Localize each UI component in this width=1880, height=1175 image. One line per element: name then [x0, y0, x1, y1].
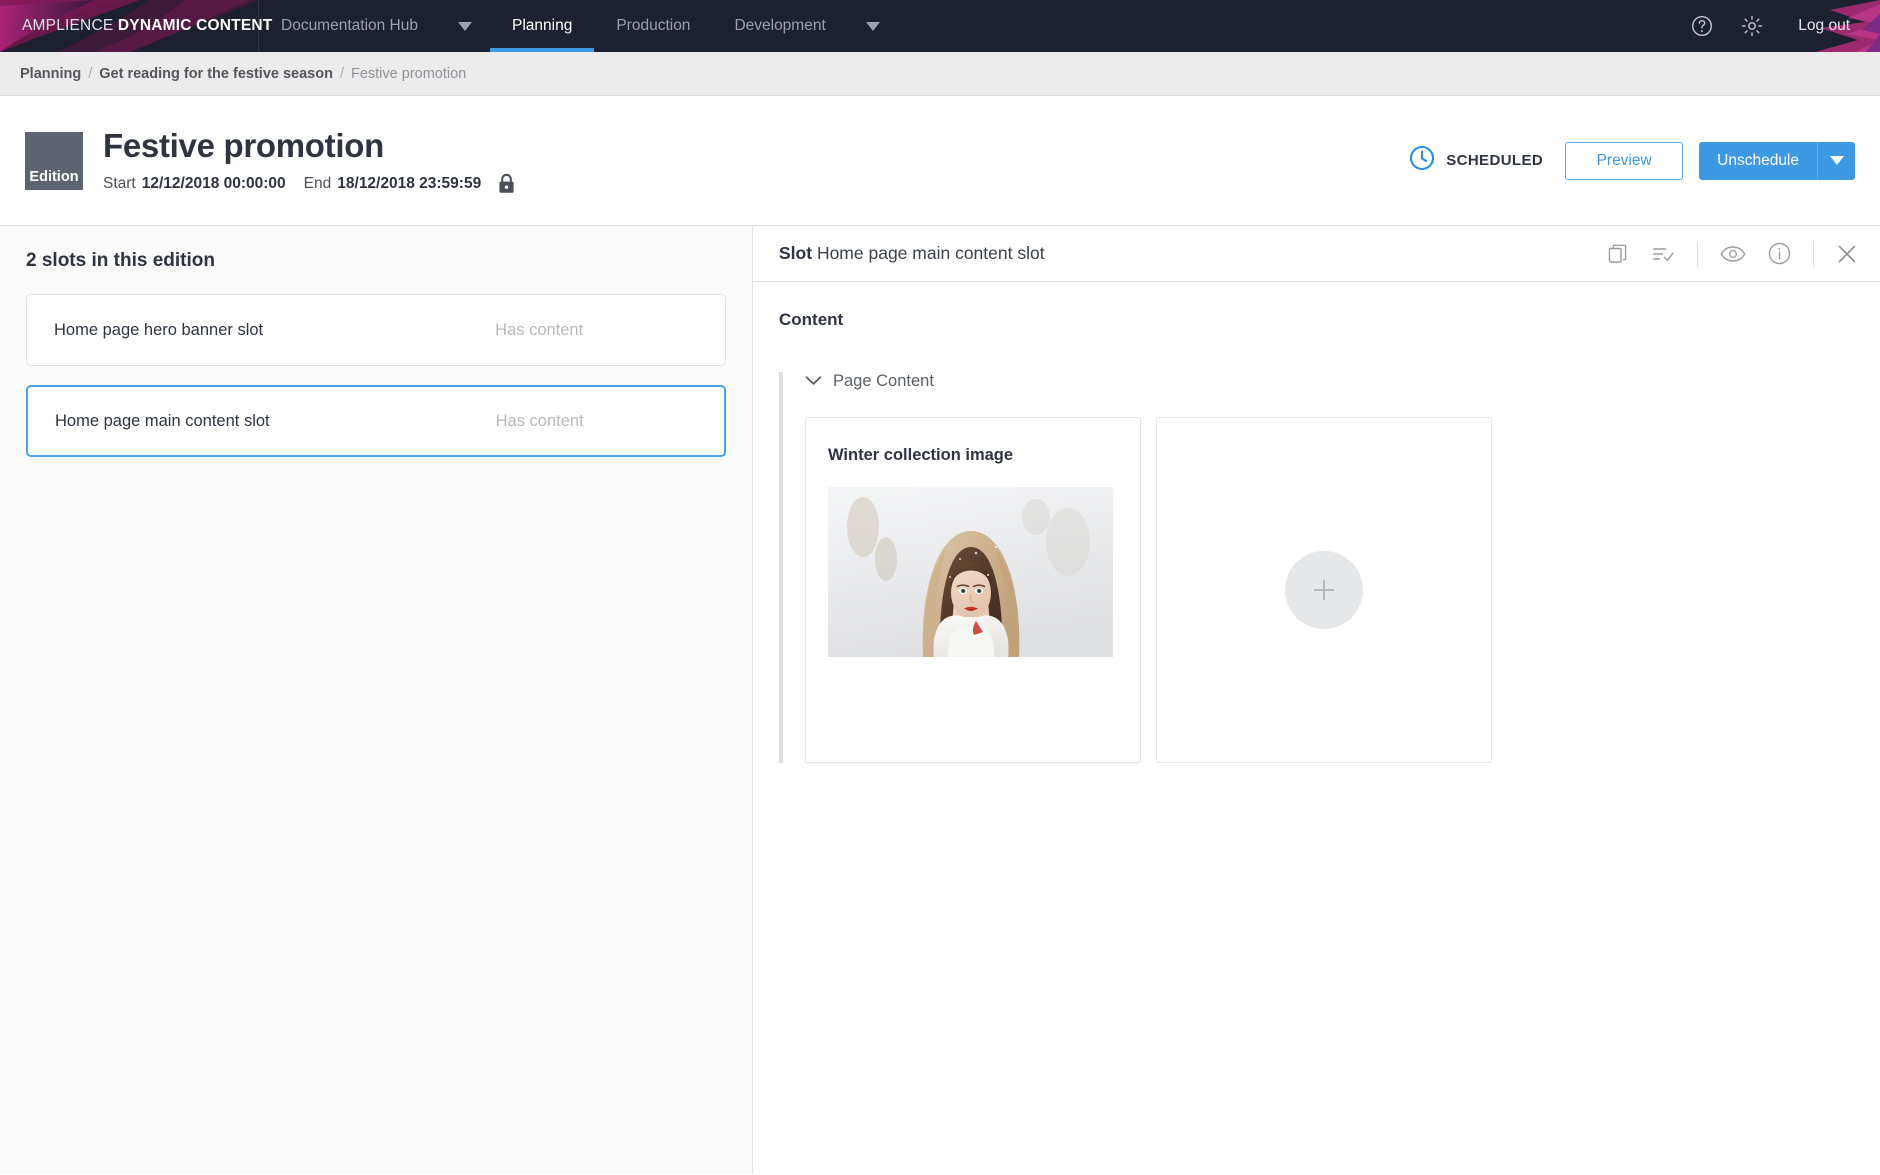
list-check-icon[interactable] [1651, 243, 1675, 265]
slot-detail-panel: Slot Home page main content slot Content… [753, 226, 1880, 1174]
edition-type-badge: Edition [25, 131, 83, 190]
add-content-card[interactable] [1156, 417, 1492, 763]
top-navigation-bar: AMPLIENCE DYNAMIC CONTENT Documentation … [0, 0, 1880, 52]
content-card-winter-collection[interactable]: Winter collection image [805, 417, 1141, 763]
end-value: 18/12/2018 23:59:59 [337, 174, 482, 192]
slot-card-status: Has content [495, 320, 584, 339]
content-group-body: Page Content Winter collection image [805, 372, 1850, 763]
brand-logo[interactable]: AMPLIENCE DYNAMIC CONTENT [0, 0, 272, 52]
brand-logo-dynamic-content: DYNAMIC CONTENT [117, 17, 273, 34]
copy-icon[interactable] [1607, 243, 1629, 265]
slot-detail-name: Home page main content slot [816, 243, 1045, 263]
content-group: Page Content Winter collection image [779, 372, 1850, 763]
toolbar-divider [1697, 240, 1698, 267]
page-title-block: Festive promotion Start 12/12/2018 00:00… [103, 127, 516, 195]
breadcrumb-item-event[interactable]: Get reading for the festive season [99, 66, 333, 82]
close-icon[interactable] [1836, 243, 1858, 265]
winter-portrait-snow-photo [828, 487, 1113, 657]
slot-card-name: Home page hero banner slot [54, 320, 264, 339]
slots-panel-heading: 2 slots in this edition [26, 250, 215, 271]
nav-right-actions: Log out [1690, 0, 1880, 52]
status-badge-label: SCHEDULED [1446, 152, 1544, 169]
nav-item-production[interactable]: Production [594, 0, 712, 52]
nav-item-development[interactable]: Development [712, 0, 847, 52]
unschedule-split-button: Unschedule [1699, 141, 1855, 180]
help-circle-icon[interactable] [1690, 14, 1714, 38]
gear-icon[interactable] [1740, 14, 1764, 38]
plus-icon[interactable] [1285, 551, 1363, 629]
development-chevron-down-icon[interactable] [848, 0, 898, 52]
breadcrumb-separator: / [88, 65, 93, 82]
slot-content-area: Content Page Content Winter collection i… [753, 282, 1880, 1174]
content-cards-row: Winter collection image [805, 417, 1850, 763]
logout-button[interactable]: Log out [1798, 17, 1850, 35]
nav-item-label: Planning [512, 17, 573, 34]
slot-detail-label: Slot [779, 243, 813, 263]
slot-card-name: Home page main content slot [55, 411, 270, 430]
nav-item-label: Development [734, 17, 826, 34]
slot-detail-toolbar [1607, 240, 1858, 267]
breadcrumb-item-current: Festive promotion [350, 65, 467, 82]
edition-schedule-dates: Start 12/12/2018 00:00:00 End 18/12/2018… [103, 173, 516, 194]
slot-detail-title: Slot Home page main content slot [779, 243, 1045, 264]
preview-button[interactable]: Preview [1565, 141, 1684, 180]
brand-logo-amplience: AMPLIENCE [22, 17, 114, 34]
main-nav-items: Documentation Hub Planning Production De… [259, 0, 898, 52]
nav-item-documentation-hub[interactable]: Documentation Hub [259, 0, 440, 52]
nav-item-planning[interactable]: Planning [490, 0, 595, 52]
unschedule-button[interactable]: Unschedule [1699, 141, 1817, 180]
page-title: Festive promotion [103, 126, 384, 164]
page-header: Edition Festive promotion Start 12/12/20… [0, 96, 1880, 226]
end-label: End [303, 174, 332, 192]
content-group-title: Page Content [833, 372, 934, 390]
start-label: Start [103, 174, 136, 192]
slot-card-hero-banner[interactable]: Home page hero banner slot Has content [26, 294, 726, 366]
start-value: 12/12/2018 00:00:00 [141, 174, 286, 192]
chevron-down-icon[interactable] [805, 373, 822, 391]
body-split: 2 slots in this edition Home page hero b… [0, 226, 1880, 1174]
content-card-thumbnail [828, 487, 1113, 657]
documentation-hub-chevron-down-icon[interactable] [440, 0, 490, 52]
slot-card-main-content[interactable]: Home page main content slot Has content [26, 385, 726, 457]
content-section-heading: Content [779, 310, 844, 329]
content-group-header[interactable]: Page Content [805, 372, 1850, 391]
breadcrumb: Planning / Get reading for the festive s… [0, 52, 1880, 96]
clock-icon [1409, 145, 1435, 176]
content-card-title: Winter collection image [828, 446, 1014, 464]
unschedule-chevron-down-icon[interactable] [1817, 141, 1855, 180]
breadcrumb-item-planning[interactable]: Planning [20, 66, 81, 82]
slot-card-status: Has content [495, 411, 584, 430]
status-badge: SCHEDULED [1409, 145, 1543, 176]
eye-icon[interactable] [1720, 244, 1746, 264]
lock-icon [497, 173, 516, 194]
breadcrumb-separator: / [339, 65, 344, 82]
slots-panel: 2 slots in this edition Home page hero b… [0, 226, 753, 1174]
header-actions: SCHEDULED Preview Unschedule [1409, 141, 1855, 180]
info-icon[interactable] [1768, 242, 1791, 265]
toolbar-divider [1813, 240, 1814, 267]
nav-item-label: Documentation Hub [281, 17, 418, 34]
nav-item-label: Production [616, 17, 691, 34]
content-group-rail [779, 372, 783, 763]
slot-detail-header: Slot Home page main content slot [753, 226, 1880, 282]
